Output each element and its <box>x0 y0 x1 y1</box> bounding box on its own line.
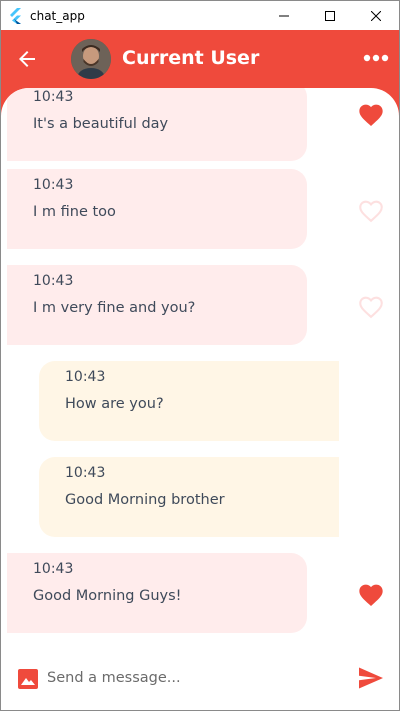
close-button[interactable] <box>353 1 399 30</box>
back-arrow-icon[interactable] <box>15 47 39 71</box>
window-title: chat_app <box>30 8 85 23</box>
message-bubble[interactable]: 10:43 Good Morning brother <box>39 457 339 537</box>
message-bubble[interactable]: 10:43 How are you? <box>39 361 339 441</box>
heart-outline-icon[interactable] <box>357 197 385 223</box>
send-icon[interactable] <box>358 667 384 689</box>
message-bubble[interactable]: 10:43 I m very fine and you? <box>7 265 307 345</box>
message-time: 10:43 <box>33 89 74 105</box>
chat-user-name: Current User <box>122 47 260 69</box>
message-bubble[interactable]: 10:43 It's a beautiful day <box>7 88 307 161</box>
heart-icon[interactable] <box>357 581 385 607</box>
message-input[interactable] <box>47 665 337 691</box>
message-bubble[interactable]: 10:43 Good Morning Guys! <box>7 553 307 633</box>
chat-appbar: Current User <box>1 30 399 88</box>
avatar-photo <box>71 39 111 79</box>
message-text: How are you? <box>65 396 164 412</box>
message-text: It's a beautiful day <box>33 116 169 132</box>
message-text: I m very fine and you? <box>33 300 196 316</box>
minimize-button[interactable] <box>261 1 307 30</box>
image-icon[interactable] <box>18 669 38 689</box>
message-time: 10:43 <box>33 177 74 193</box>
minimize-icon <box>279 15 289 16</box>
avatar[interactable] <box>71 39 111 79</box>
window-titlebar: chat_app <box>1 1 399 30</box>
heart-icon[interactable] <box>357 101 385 127</box>
close-icon <box>371 10 381 21</box>
message-time: 10:43 <box>65 465 106 481</box>
message-text: Good Morning Guys! <box>33 588 182 604</box>
message-composer <box>1 633 399 710</box>
more-horiz-icon[interactable] <box>363 48 389 68</box>
flutter-icon <box>10 7 21 24</box>
heart-outline-icon[interactable] <box>357 293 385 319</box>
window-controls <box>261 1 399 30</box>
maximize-icon <box>325 10 335 21</box>
message-text: Good Morning brother <box>65 492 225 508</box>
message-time: 10:43 <box>33 561 74 577</box>
message-text: I m fine too <box>33 204 116 220</box>
message-list[interactable]: 10:43 It's a beautiful day 10:43 I m fin… <box>1 88 399 633</box>
message-time: 10:43 <box>65 369 106 385</box>
maximize-button[interactable] <box>307 1 353 30</box>
app-window: chat_app Current User 10:43 It's a beaut… <box>0 0 400 711</box>
message-time: 10:43 <box>33 273 74 289</box>
message-bubble[interactable]: 10:43 I m fine too <box>7 169 307 249</box>
